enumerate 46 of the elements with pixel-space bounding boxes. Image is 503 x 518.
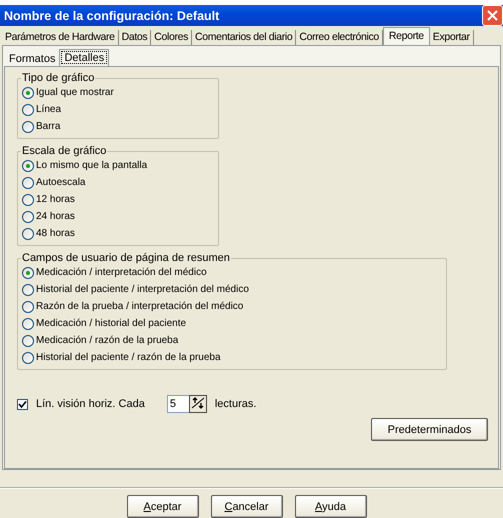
radio-label[interactable]: Lo mismo que la pantalla (36, 160, 148, 172)
close-icon (487, 10, 498, 21)
tab[interactable]: Formatos (5, 51, 60, 66)
radio-button[interactable] (22, 194, 34, 206)
close-button[interactable] (482, 5, 503, 26)
radio-label[interactable]: Historial del paciente / interpretación del médico (36, 284, 249, 296)
radio-button[interactable] (22, 352, 34, 364)
radio-label[interactable]: 24 horas (36, 211, 75, 222)
checkbox-label[interactable]: Lín. visión horiz. Cada (36, 398, 145, 410)
radio-label[interactable]: Razón de la prueba / interpretación del médico (36, 301, 244, 312)
tab[interactable]: Reporte (382, 27, 430, 46)
radio-button[interactable] (22, 284, 34, 296)
radio-button[interactable] (22, 300, 34, 313)
tab[interactable]: Detalles (59, 49, 110, 66)
radio-label[interactable]: Medicación / razón de la prueba (36, 335, 178, 346)
checkbox[interactable] (17, 398, 28, 410)
radio-button[interactable] (22, 210, 34, 223)
radio-label[interactable]: Historial del paciente / razón de la prueba (36, 352, 221, 364)
radio-label[interactable]: 48 horas (36, 228, 75, 240)
dialog-button[interactable]: Aceptar (126, 495, 198, 518)
radio-button[interactable] (22, 86, 34, 99)
spin-field[interactable]: 5 (166, 395, 189, 414)
group-title: Tipo de gráfico (21, 72, 96, 84)
radio-label[interactable]: Igual que mostrar (36, 87, 114, 98)
defaults-button[interactable]: Predeterminados (371, 418, 488, 442)
unit-label: lecturas. (214, 398, 256, 410)
dialog-button[interactable]: Cancelar (210, 495, 282, 518)
radio-button[interactable] (22, 176, 34, 189)
radio-button[interactable] (22, 318, 34, 330)
radio-label[interactable]: Medicación / interpretación del médico (36, 267, 207, 278)
window-title: Nombre de la configuración: Default (4, 8, 220, 22)
radio-button[interactable] (22, 228, 34, 240)
dialog-button[interactable]: Ayuda (294, 495, 366, 518)
radio-button[interactable] (22, 160, 34, 172)
radio-button[interactable] (22, 334, 34, 347)
radio-button[interactable] (22, 266, 34, 279)
radio-label[interactable]: Barra (36, 121, 60, 132)
radio-button[interactable] (22, 120, 34, 133)
radio-label[interactable]: 12 horas (36, 194, 75, 206)
spin-arrows-icon[interactable] (188, 395, 207, 414)
radio-label[interactable]: Autoescala (36, 177, 86, 188)
group-title: Escala de gráfico (21, 145, 108, 158)
radio-label[interactable]: Línea (36, 104, 62, 116)
group-title: Campos de usuario de página de resumen (21, 252, 231, 264)
radio-button[interactable] (22, 104, 34, 116)
radio-label[interactable]: Medicación / historial del paciente (36, 318, 186, 330)
